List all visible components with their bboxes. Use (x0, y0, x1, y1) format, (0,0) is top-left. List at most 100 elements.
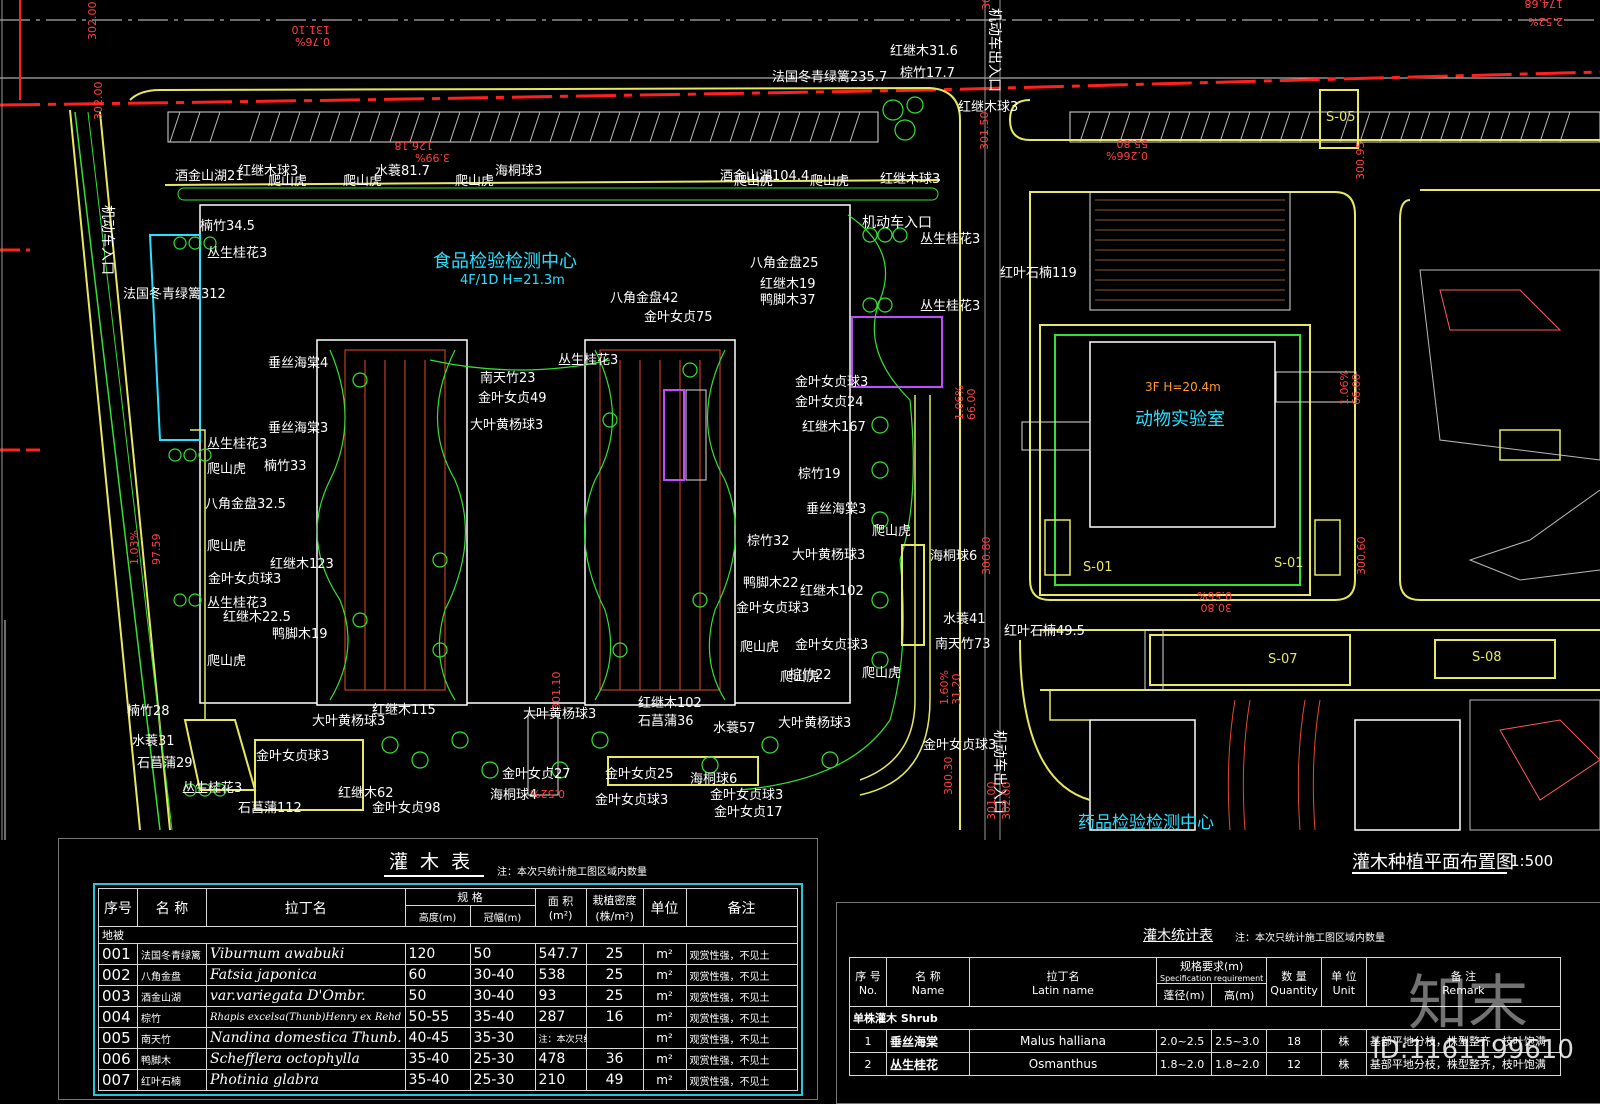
plant-label: 爬山虎 (207, 539, 247, 554)
col2-no-zh: 序 号 (855, 969, 881, 983)
cell-density: 25 (585, 943, 644, 965)
plant-label: 丛生桂花3 (920, 232, 981, 247)
cell-no: 001 (98, 943, 138, 965)
cell-height: 35-40 (404, 1048, 471, 1070)
plant-label: 海桐球3 (495, 164, 543, 179)
cell-latin: Photinia glabra (206, 1069, 406, 1091)
cell-area: 538 (534, 964, 587, 986)
cell-qty: 18 (1266, 1029, 1322, 1053)
plant-label: 丛生桂花3 (920, 299, 981, 314)
plant-label: 鸭脚木37 (760, 293, 816, 308)
table-row: 004 棕竹 Rhapis excelsa(Thunb)Henry ex Rehd 5… (98, 1006, 798, 1028)
cell-density (585, 1027, 644, 1049)
cell-area: 注：本次只统计施工图区域内数量 (534, 1027, 587, 1049)
plan-title: 灌木种植平面布置图 (1352, 852, 1514, 873)
cell-name: 南天竹 (137, 1027, 207, 1049)
cell-no: 007 (98, 1069, 138, 1091)
plant-label: 楠竹33 (264, 459, 307, 474)
cell-height: 50-55 (404, 1006, 471, 1028)
plant-label: 爬山虎 (455, 174, 495, 189)
col2-latin: 拉丁名 Latin name (969, 957, 1157, 1007)
plant-label: 金叶女贞75 (644, 310, 713, 325)
col2-name-en: Name (911, 983, 945, 997)
dimension-label: 97.59 (150, 533, 163, 566)
plant-label: 楠竹34.5 (200, 219, 255, 234)
table-row: 006 鸭脚木 Schefflera octophylla 35-40 25-30 478… (98, 1048, 798, 1070)
cell-latin: Schefflera octophylla (206, 1048, 406, 1070)
col-area: 面 积 (m²) (534, 888, 587, 927)
plant-label: 爬山虎 (207, 654, 247, 669)
cell-name: 鸭脚木 (137, 1048, 207, 1070)
col2-spec: 规格要求(m) Specification requirement (1155, 957, 1268, 984)
watermark-logo: 知末 (1408, 969, 1528, 1039)
col-height: 高度(m) (404, 905, 471, 927)
col2-name: 名 称 Name (886, 957, 970, 1007)
cell-latin: Malus halliana (969, 1029, 1157, 1053)
cell-area: 547.7 (534, 943, 587, 965)
dimension-label: 301.50 (978, 111, 991, 151)
plant-label: 八角金盘42 (610, 291, 679, 306)
cell-density: 25 (585, 964, 644, 986)
cell-area: 478 (534, 1048, 587, 1070)
plant-label: 红继木球3 (880, 172, 941, 187)
table1-title: 灌 木 表 (389, 851, 474, 873)
dimension-label: 2.52% (1528, 15, 1563, 28)
cell-unit: 株 (1320, 1029, 1367, 1053)
plant-label: 海桐球6 (930, 549, 978, 564)
col2-spec-en: Specification requirement (1160, 974, 1264, 983)
col2-no: 序 号 No. (849, 957, 887, 1007)
zone-tag: S-01 (1274, 556, 1304, 571)
col2-latin-zh: 拉丁名 (1046, 969, 1080, 983)
table2-title: 灌木统计表 (1143, 928, 1213, 944)
plant-label: 棕竹17.7 (900, 66, 955, 81)
col2-qty-en: Quantity (1270, 983, 1318, 997)
plant-label: 红继木167 (802, 420, 866, 435)
plant-label: 爬山虎 (780, 670, 820, 685)
plant-label: 大叶黄杨球3 (470, 418, 544, 433)
table1-note: 注：本次只统计施工图区域内数量 (497, 867, 647, 878)
plant-label: 金叶女贞25 (605, 767, 674, 782)
col2-qty-zh: 数 量 (1281, 969, 1307, 983)
plant-label: 红继木102 (800, 584, 864, 599)
plant-label: 金叶女贞27 (502, 767, 571, 782)
plant-label: 法国冬青绿篱312 (123, 287, 226, 302)
dimension-label: 66.00 (1350, 373, 1363, 406)
plant-label: 丛生桂花3 (207, 246, 268, 261)
plant-label: 石菖蒲36 (638, 714, 694, 729)
col-no: 序号 (98, 888, 138, 927)
plant-label: 垂丝海棠4 (268, 356, 329, 371)
col-latin: 拉丁名 (206, 888, 406, 927)
cell-unit: m² (642, 985, 687, 1007)
title-underline (1352, 872, 1507, 874)
cell-area: 210 (534, 1069, 587, 1091)
shrub-table-panel: 灌 木 表 注：本次只统计施工图区域内数量 序号 名 称 拉丁名 规 格 面 积… (58, 838, 818, 1100)
cell-density: 36 (585, 1048, 644, 1070)
plant-label: 水蓑57 (713, 721, 756, 736)
watermark-id: ID:1161199610 (1372, 1035, 1574, 1065)
plan-scale: 1:500 (1510, 852, 1554, 870)
col2-name-zh: 名 称 (915, 969, 941, 983)
plant-label: 金叶女贞49 (478, 391, 547, 406)
dimension-label: 31.20 (950, 673, 963, 706)
plant-label: 法国冬青绿篱235.7 (772, 70, 888, 85)
plant-label: 水蓑31 (132, 734, 175, 749)
cell-remark: 观赏性强，不见土 (685, 1069, 798, 1091)
plant-label: 金叶女贞球3 (256, 749, 330, 764)
cell-unit: m² (642, 1027, 687, 1049)
building-info-animal-lab: 3F H=20.4m (1145, 380, 1221, 394)
plant-label: 爬山虎 (268, 174, 308, 189)
entrance-label: 机动车出入口 (986, 8, 1002, 92)
plant-label: 水蓑41 (943, 612, 986, 627)
cell-no: 005 (98, 1027, 138, 1049)
cell-height: 60 (404, 964, 471, 986)
cell-name: 酒金山湖 (137, 985, 207, 1007)
col-density: 栽植密度 (株/m²) (585, 888, 644, 927)
plant-label: 爬山虎 (734, 174, 774, 189)
plant-label: 金叶女贞球3 (923, 738, 997, 753)
plant-label: 丛生桂花3 (182, 781, 243, 796)
dimension-label: 302.00 (92, 81, 105, 121)
dimension-label: 301.00 (985, 781, 998, 821)
cell-unit: m² (642, 1048, 687, 1070)
cell-height: 40-45 (404, 1027, 471, 1049)
plant-label: 垂丝海棠3 (806, 502, 867, 517)
